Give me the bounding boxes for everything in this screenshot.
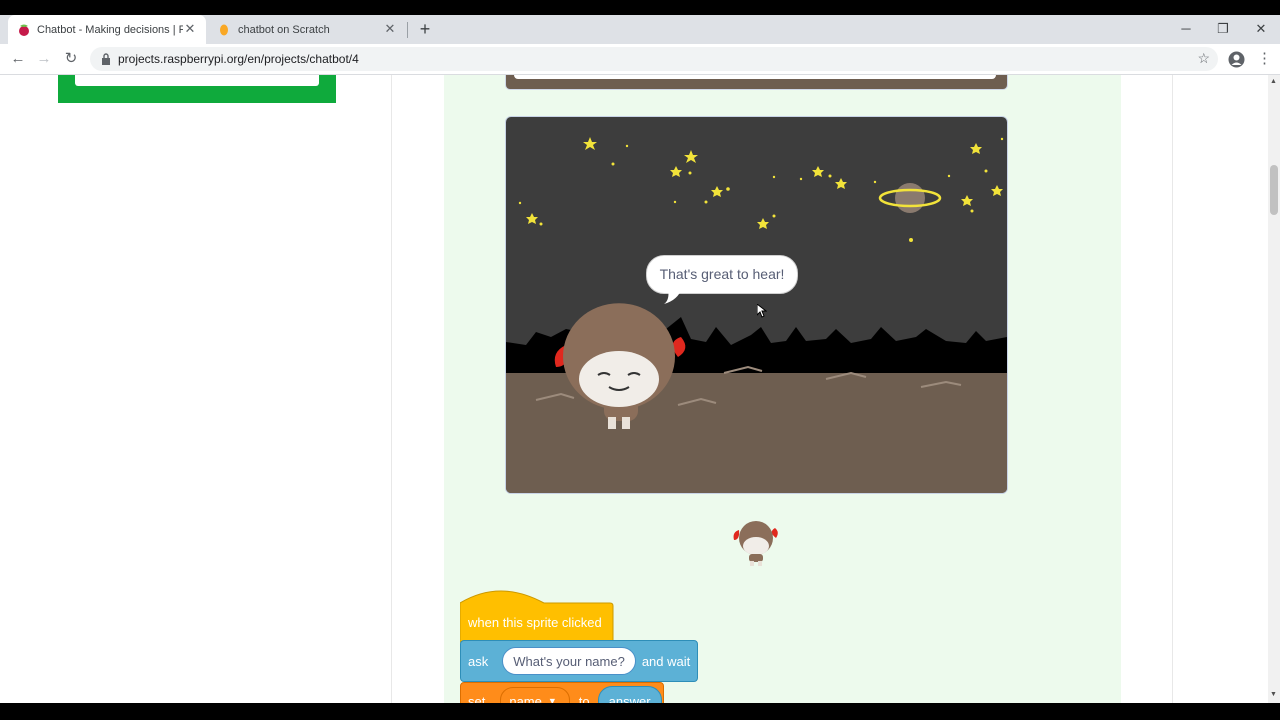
tab-title: chatbot on Scratch <box>238 23 330 36</box>
restore-icon[interactable]: ❐ <box>1213 19 1233 39</box>
new-tab-icon[interactable]: + <box>416 20 434 38</box>
bookmark-star-icon[interactable]: ☆ <box>1197 50 1210 67</box>
bottom-black-bar <box>0 703 1280 720</box>
scrollbar-thumb[interactable] <box>1270 165 1278 215</box>
tab-chatbot-on-scratch[interactable]: chatbot on Scratch ✕ <box>208 15 406 44</box>
raspberry-favicon-icon <box>19 24 29 36</box>
variable-dropdown-label: name <box>509 693 542 704</box>
tab-divider <box>407 22 408 38</box>
close-tab-icon[interactable]: ✕ <box>182 21 198 37</box>
close-tab-icon[interactable]: ✕ <box>382 21 398 37</box>
mouse-cursor-icon <box>757 304 767 318</box>
ask-label: ask <box>468 653 489 669</box>
forward-icon[interactable]: → <box>35 50 53 68</box>
set-label: set <box>468 693 486 704</box>
profile-avatar-icon[interactable] <box>1228 51 1245 68</box>
scroll-up-arrow-icon[interactable]: ▲ <box>1270 78 1277 85</box>
tab-strip: Chatbot - Making decisions | Ras ✕ chatb… <box>0 15 1280 44</box>
left-green-panel <box>58 75 336 103</box>
minimize-icon[interactable]: ─ <box>1176 19 1196 39</box>
address-bar[interactable]: projects.raspberrypi.org/en/projects/cha… <box>90 47 1218 71</box>
reload-icon[interactable]: ↻ <box>62 50 80 68</box>
scratch-favicon-icon <box>220 24 228 35</box>
left-panel-white-box <box>75 75 319 86</box>
hat-block-label: when this sprite clicked <box>468 614 602 630</box>
ask-question-input[interactable]: What's your name? <box>502 647 636 675</box>
and-wait-label: and wait <box>641 653 691 669</box>
page-viewport: That's great to hear! when this sprite c… <box>0 75 1268 703</box>
to-label: to <box>578 693 590 704</box>
menu-kebab-icon[interactable]: ⋮ <box>1257 49 1272 67</box>
page-scrollbar[interactable]: ▲ ▼ <box>1268 75 1280 703</box>
set-variable-block[interactable]: set name ▼ to answer <box>468 686 662 704</box>
activity-panel: That's great to hear! when this sprite c… <box>444 75 1121 703</box>
back-icon[interactable]: ← <box>9 50 27 68</box>
previous-stage-bottom <box>505 75 1008 90</box>
browser-toolbar: ← → ↻ projects.raspberrypi.org/en/projec… <box>0 44 1280 75</box>
answer-reporter[interactable]: answer <box>597 686 662 703</box>
sprite-thumbnail[interactable] <box>730 518 782 570</box>
scroll-down-arrow-icon[interactable]: ▼ <box>1270 691 1277 698</box>
speech-bubble-tail <box>664 288 682 304</box>
scratch-stage[interactable]: That's great to hear! <box>505 116 1008 494</box>
ask-and-wait-block[interactable]: ask What's your name? and wait <box>468 640 690 682</box>
tab-chatbot-making-decisions[interactable]: Chatbot - Making decisions | Ras ✕ <box>8 15 206 44</box>
url-text: projects.raspberrypi.org/en/projects/cha… <box>118 52 359 66</box>
when-sprite-clicked-block[interactable]: when this sprite clicked <box>468 607 602 637</box>
lock-icon <box>102 53 110 65</box>
close-window-icon[interactable]: ✕ <box>1251 19 1271 39</box>
dropdown-caret-icon: ▼ <box>547 696 557 703</box>
tab-title: Chatbot - Making decisions | Ras <box>37 23 183 36</box>
